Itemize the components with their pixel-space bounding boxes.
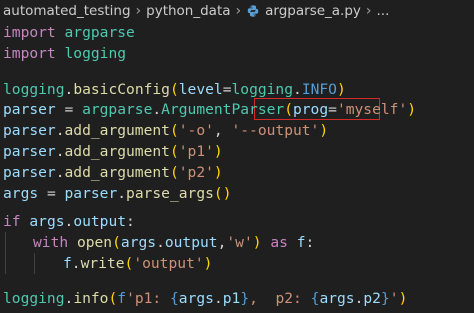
chevron-right-icon: › [365,3,372,19]
code-line-5: parser = argparse.ArgumentParser(prog='m… [3,101,417,118]
breadcrumb-folder-automated-testing[interactable]: automated_testing [3,3,131,19]
code-line-6: parser.add_argument('-o', '--output') [3,122,329,139]
code-line-13: f.write('output') [63,255,213,272]
breadcrumb-file-label: argparse_a.py [265,3,361,19]
chevron-right-icon: › [235,3,242,19]
code-line-1: import argparse [3,24,135,41]
code-line-12: with open(args.output,'w') as f: [33,234,315,251]
code-line-7: parser.add_argument('p1') [3,143,223,160]
code-line-11: if args.output: [3,213,135,230]
code-line-8: parser.add_argument('p2') [3,164,223,181]
editor-window: automated_testing › python_data › argpar… [0,0,474,313]
code-editor[interactable]: import argparse import logging logging.b… [0,22,474,313]
code-line-9: args = parser.parse_args() [3,185,232,202]
code-line-15: logging.info(f'p1: {args.p1}, p2: {args.… [3,290,408,307]
code-line-2: import logging [3,45,127,62]
breadcrumb-symbol-ellipsis[interactable]: ... [377,3,390,19]
breadcrumb-folder-python-data[interactable]: python_data [146,3,230,19]
python-file-icon [247,5,259,17]
breadcrumb-file[interactable]: argparse_a.py [246,3,361,19]
indent-guide [5,232,6,274]
chevron-right-icon: › [135,3,142,19]
breadcrumb: automated_testing › python_data › argpar… [0,0,474,22]
indent-guide [34,253,35,274]
code-line-4: logging.basicConfig(level=logging.INFO) [3,81,346,98]
